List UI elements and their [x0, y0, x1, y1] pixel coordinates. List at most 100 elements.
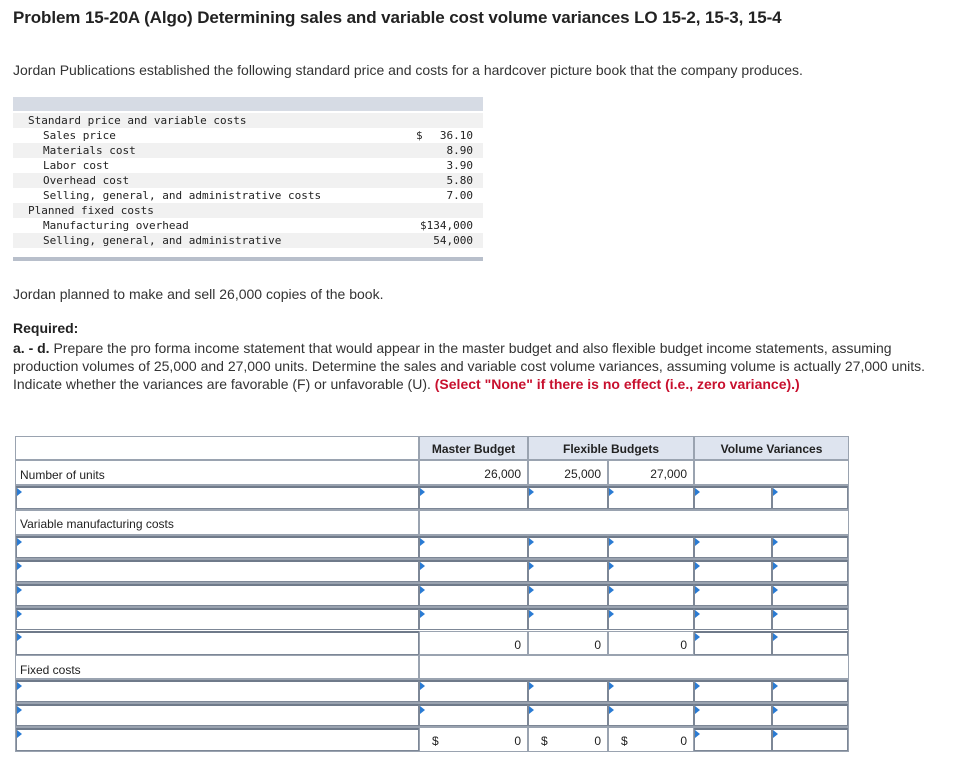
- input-marker-icon: [420, 610, 425, 618]
- input-marker-icon: [17, 706, 22, 714]
- input-marker-icon: [420, 562, 425, 570]
- overhead-flex1-input[interactable]: [528, 584, 608, 606]
- input-marker-icon: [529, 586, 534, 594]
- labor-fu-select[interactable]: [772, 560, 848, 582]
- fixed-costs-blank: [419, 655, 849, 679]
- total-master-dollar: $: [432, 734, 439, 748]
- input-marker-icon: [773, 488, 778, 496]
- standard-row: Manufacturing overhead $134,000: [13, 218, 483, 233]
- input-marker-icon: [17, 538, 22, 546]
- overhead-flex2-input[interactable]: [608, 584, 694, 606]
- input-marker-icon: [695, 730, 700, 738]
- fixed-overhead-flex2-input[interactable]: [608, 680, 694, 702]
- fixed-sga-label-input[interactable]: [16, 704, 419, 726]
- total-variance-input[interactable]: [694, 728, 772, 751]
- sales-flex2-input[interactable]: [608, 486, 694, 509]
- input-marker-icon: [420, 682, 425, 690]
- input-marker-icon: [695, 706, 700, 714]
- input-marker-icon: [609, 538, 614, 546]
- standard-row: Sales price $36.10: [13, 128, 483, 143]
- standard-row: Planned fixed costs: [13, 203, 483, 218]
- contribution-master-input[interactable]: [419, 608, 528, 630]
- sales-label-input[interactable]: [16, 486, 419, 509]
- materials-label-input[interactable]: [16, 536, 419, 558]
- subtotal-fu-select[interactable]: [772, 631, 848, 655]
- fixed-sga-variance-input[interactable]: [694, 704, 772, 726]
- sales-variance-input[interactable]: [694, 486, 772, 509]
- labor-label-input[interactable]: [16, 560, 419, 582]
- total-label-input[interactable]: [16, 728, 419, 751]
- fixed-overhead-variance-input[interactable]: [694, 680, 772, 702]
- input-marker-icon: [609, 562, 614, 570]
- standard-row-label: Standard price and variable costs: [28, 114, 247, 127]
- header-flexible-budgets: Flexible Budgets: [528, 436, 694, 460]
- sales-master-input[interactable]: [419, 486, 528, 509]
- materials-master-input[interactable]: [419, 536, 528, 558]
- overhead-variance-input[interactable]: [694, 584, 772, 606]
- variable-costs-label: Variable manufacturing costs: [20, 517, 174, 531]
- contribution-variance-input[interactable]: [694, 608, 772, 630]
- input-marker-icon: [529, 488, 534, 496]
- input-marker-icon: [695, 562, 700, 570]
- materials-flex2-input[interactable]: [608, 536, 694, 558]
- labor-master-input[interactable]: [419, 560, 528, 582]
- input-marker-icon: [695, 538, 700, 546]
- input-marker-icon: [529, 682, 534, 690]
- overhead-label-input[interactable]: [16, 584, 419, 606]
- overhead-fu-select[interactable]: [772, 584, 848, 606]
- contribution-flex1-input[interactable]: [528, 608, 608, 630]
- standard-row-value: 8.90: [446, 144, 474, 157]
- fixed-sga-fu-select[interactable]: [772, 704, 848, 726]
- sales-flex1-input[interactable]: [528, 486, 608, 509]
- materials-fu-select[interactable]: [772, 536, 848, 558]
- units-master-value: 26,000: [484, 467, 521, 481]
- fixed-sga-flex2-input[interactable]: [608, 704, 694, 726]
- fixed-overhead-master-input[interactable]: [419, 680, 528, 702]
- problem-title: Problem 15-20A (Algo) Determining sales …: [13, 8, 782, 27]
- input-marker-icon: [17, 730, 22, 738]
- standard-row-value: 36.10: [439, 129, 473, 142]
- budget-answer-table: Master Budget Flexible Budgets Volume Vari…: [15, 436, 849, 752]
- variable-costs-blank: [419, 510, 849, 535]
- standard-row-label: Labor cost: [43, 159, 110, 172]
- fixed-sga-master-input[interactable]: [419, 704, 528, 726]
- labor-flex1-input[interactable]: [528, 560, 608, 582]
- fixed-overhead-flex1-input[interactable]: [528, 680, 608, 702]
- fixed-overhead-fu-select[interactable]: [772, 680, 848, 702]
- materials-variance-input[interactable]: [694, 536, 772, 558]
- fixed-costs-label: Fixed costs: [20, 663, 81, 677]
- labor-flex2-input[interactable]: [608, 560, 694, 582]
- input-marker-icon: [773, 586, 778, 594]
- header-variances-label: Volume Variances: [720, 442, 823, 456]
- standard-row-value: 5.80: [446, 174, 474, 187]
- contribution-fu-select[interactable]: [772, 608, 848, 630]
- contribution-label-input[interactable]: [16, 608, 419, 630]
- labor-variance-input[interactable]: [694, 560, 772, 582]
- input-marker-icon: [17, 633, 22, 641]
- total-flex2-cell: $0: [608, 727, 694, 752]
- total-flex1-cell: $0: [528, 727, 608, 752]
- standard-row-dollar: $: [416, 129, 423, 142]
- fixed-sga-flex1-input[interactable]: [528, 704, 608, 726]
- units-label-cell: Number of units: [15, 460, 419, 485]
- materials-flex1-input[interactable]: [528, 536, 608, 558]
- input-marker-icon: [695, 586, 700, 594]
- subtotal-label-input[interactable]: [16, 631, 419, 655]
- variable-costs-label-cell: Variable manufacturing costs: [15, 510, 419, 535]
- fixed-overhead-label-input[interactable]: [16, 680, 419, 702]
- input-marker-icon: [17, 586, 22, 594]
- input-marker-icon: [773, 682, 778, 690]
- overhead-master-input[interactable]: [419, 584, 528, 606]
- standard-row-value: $134,000: [420, 219, 473, 232]
- contribution-flex2-input[interactable]: [608, 608, 694, 630]
- standard-row-label: Manufacturing overhead: [43, 219, 189, 232]
- sales-fu-select[interactable]: [772, 486, 848, 509]
- standard-row-label: Materials cost: [43, 144, 136, 157]
- subtotal-master-value: 0: [514, 638, 521, 652]
- subtotal-variance-input[interactable]: [694, 631, 772, 655]
- input-marker-icon: [609, 706, 614, 714]
- total-fu-select[interactable]: [772, 728, 848, 751]
- subtotal-flex2-cell: 0: [608, 631, 694, 655]
- input-marker-icon: [609, 488, 614, 496]
- units-flex2-cell: 27,000: [608, 460, 694, 485]
